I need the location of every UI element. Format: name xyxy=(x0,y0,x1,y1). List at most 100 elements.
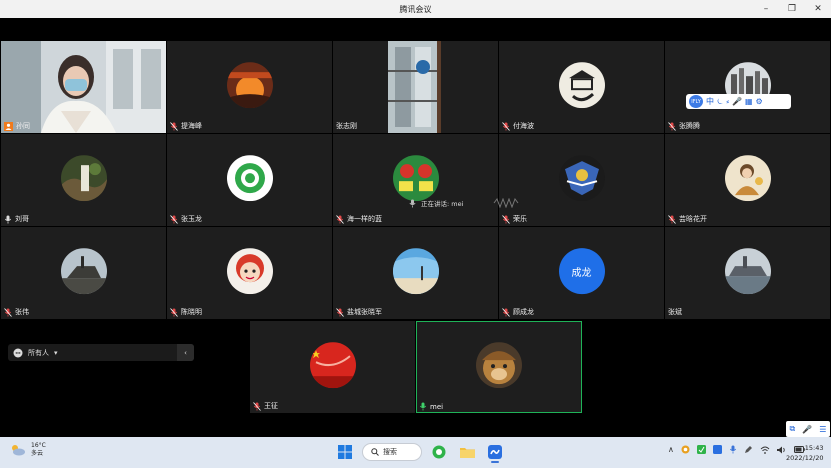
chevron-left-icon: ‹ xyxy=(184,348,187,357)
participant-name-tag: 刘哥 xyxy=(4,214,29,224)
video-tile[interactable]: 芸晗花开 xyxy=(665,134,830,226)
camera-feed-image xyxy=(333,41,498,133)
participant-name-tag: 付海波 xyxy=(502,121,534,131)
weather-widget[interactable]: 16°C 多云 xyxy=(10,442,46,458)
participant-name: 海一样的蓝 xyxy=(347,215,382,223)
video-tile[interactable]: 张伟 xyxy=(1,227,166,319)
participant-avatar xyxy=(226,155,273,202)
mic-muted-icon xyxy=(502,121,510,131)
taskbar-app-tencent-meeting[interactable] xyxy=(484,441,506,463)
participant-name-tag: mei xyxy=(419,402,443,411)
video-tile[interactable]: 提海峰 xyxy=(167,41,332,133)
corner-panel[interactable]: ⧉ 🎤 ☰ xyxy=(786,421,830,437)
participant-name-tag: 张伟 xyxy=(4,307,29,317)
chinese-mode-button[interactable]: 中 xyxy=(706,97,714,106)
start-button[interactable] xyxy=(334,441,356,463)
participant-avatar xyxy=(724,155,771,202)
system-clock[interactable]: 15:43 2022/12/20 xyxy=(786,443,823,463)
participant-name-tag: 张玉龙 xyxy=(170,214,202,224)
video-tile[interactable]: 张玉龙 xyxy=(167,134,332,226)
speaking-label: 正在讲话: mei xyxy=(421,200,464,208)
maximize-button[interactable]: ❐ xyxy=(779,0,805,18)
collapse-button[interactable]: ‹ xyxy=(177,344,194,361)
chat-icon xyxy=(13,348,23,357)
pen-icon[interactable] xyxy=(744,445,753,454)
participant-avatar: 成龙 xyxy=(558,248,605,295)
participant-avatar xyxy=(392,248,439,295)
tray-overflow-button[interactable]: ∧ xyxy=(668,445,674,454)
camera-feed-image xyxy=(1,41,166,133)
video-tile[interactable]: 刘哥 xyxy=(1,134,166,226)
video-tile-active-speaker[interactable]: mei xyxy=(416,321,582,413)
folder-icon xyxy=(459,448,475,458)
title-bar: 腾讯会议 – ❐ ✕ xyxy=(0,0,831,18)
video-tile[interactable]: 王征 xyxy=(250,321,415,413)
participant-avatar xyxy=(226,248,273,295)
tray-meeting-icon[interactable] xyxy=(712,445,722,454)
moon-icon[interactable]: ⏾ xyxy=(717,97,723,106)
close-button[interactable]: ✕ xyxy=(805,0,831,18)
video-tile[interactable]: 付海波 xyxy=(499,41,664,133)
taskbar-app-wechat[interactable] xyxy=(428,441,450,463)
video-tile[interactable]: 海一样的蓝 xyxy=(333,134,498,226)
chevron-down-icon[interactable]: ▾ xyxy=(54,349,58,357)
participant-name-tag: 顾成龙 xyxy=(502,307,534,317)
audience-selector[interactable]: 所有人 ▾ ‹ xyxy=(8,344,194,361)
wifi-icon[interactable] xyxy=(760,446,770,454)
video-tile[interactable]: 张腾腾 xyxy=(665,41,830,133)
participant-avatar xyxy=(60,155,107,202)
participant-name: 盐城张晓军 xyxy=(347,308,382,316)
participant-name-tag: 提海峰 xyxy=(170,121,202,131)
video-tile[interactable]: 孙同 xyxy=(1,41,166,133)
participant-avatar xyxy=(558,155,605,202)
video-tile[interactable]: 荣乐 xyxy=(499,134,664,226)
participant-name-tag: 海一样的蓝 xyxy=(336,214,382,224)
participant-name: 张伟 xyxy=(15,308,29,316)
punctuation-icon[interactable]: ⸗ xyxy=(726,97,729,106)
participant-name: 荣乐 xyxy=(513,215,527,223)
microphone-icon[interactable]: 🎤 xyxy=(732,97,742,106)
gear-icon[interactable]: ⚙ xyxy=(756,97,763,106)
audience-label[interactable]: 所有人 xyxy=(28,348,49,358)
weather-temp: 16°C xyxy=(31,442,46,449)
tray-app-icon[interactable] xyxy=(696,445,706,454)
participant-name: 芸晗花开 xyxy=(679,215,707,223)
floating-input-toolbar[interactable]: IFLY 中 ⏾ ⸗ 🎤 ▦ ⚙ xyxy=(686,94,791,109)
tray-app-icon[interactable] xyxy=(681,445,690,454)
participant-name-tag: 芸晗花开 xyxy=(668,214,707,224)
microphone-icon[interactable]: 🎤 xyxy=(802,425,812,434)
grid-icon[interactable]: ▦ xyxy=(745,97,753,106)
participant-avatar xyxy=(309,342,356,389)
mic-muted-icon xyxy=(4,307,12,317)
participant-name: 提海峰 xyxy=(181,122,202,130)
mic-muted-icon xyxy=(502,214,510,224)
participant-name: 王征 xyxy=(264,402,278,410)
minimize-button[interactable]: – xyxy=(753,0,779,18)
taskbar-apps: 搜索 xyxy=(334,441,506,463)
participant-avatar xyxy=(392,155,439,202)
participant-name: 张腾腾 xyxy=(679,122,700,130)
video-tile[interactable]: 成龙 顾成龙 xyxy=(499,227,664,319)
taskbar-app-explorer[interactable] xyxy=(456,441,478,463)
participant-name: mei xyxy=(430,402,444,411)
participant-avatar xyxy=(60,248,107,295)
host-icon xyxy=(4,121,13,131)
participant-name: 张斌 xyxy=(668,308,682,316)
audio-wave-icon xyxy=(494,198,519,208)
participant-name: 刘哥 xyxy=(15,215,29,223)
menu-icon[interactable]: ☰ xyxy=(819,425,826,434)
screen-share-icon[interactable]: ⧉ xyxy=(790,424,796,434)
ifly-logo-icon[interactable]: IFLY xyxy=(689,95,703,108)
video-tile[interactable]: 陈晓明 xyxy=(167,227,332,319)
participant-name: 孙同 xyxy=(16,122,30,130)
video-tile[interactable]: 张志刚 xyxy=(333,41,498,133)
taskbar-search-box[interactable]: 搜索 xyxy=(362,443,422,461)
video-tile[interactable]: 盐城张晓军 xyxy=(333,227,498,319)
video-tile[interactable]: 张斌 xyxy=(665,227,830,319)
microphone-icon[interactable] xyxy=(729,445,737,454)
participant-name-tag: 张腾腾 xyxy=(668,121,700,131)
taskbar: 16°C 多云 搜索 ∧ 15:43 2022/12/20 xyxy=(0,437,831,468)
clock-date: 2022/12/20 xyxy=(786,454,824,462)
participant-name-tag: 盐城张晓军 xyxy=(336,307,382,317)
mic-muted-icon xyxy=(336,214,344,224)
